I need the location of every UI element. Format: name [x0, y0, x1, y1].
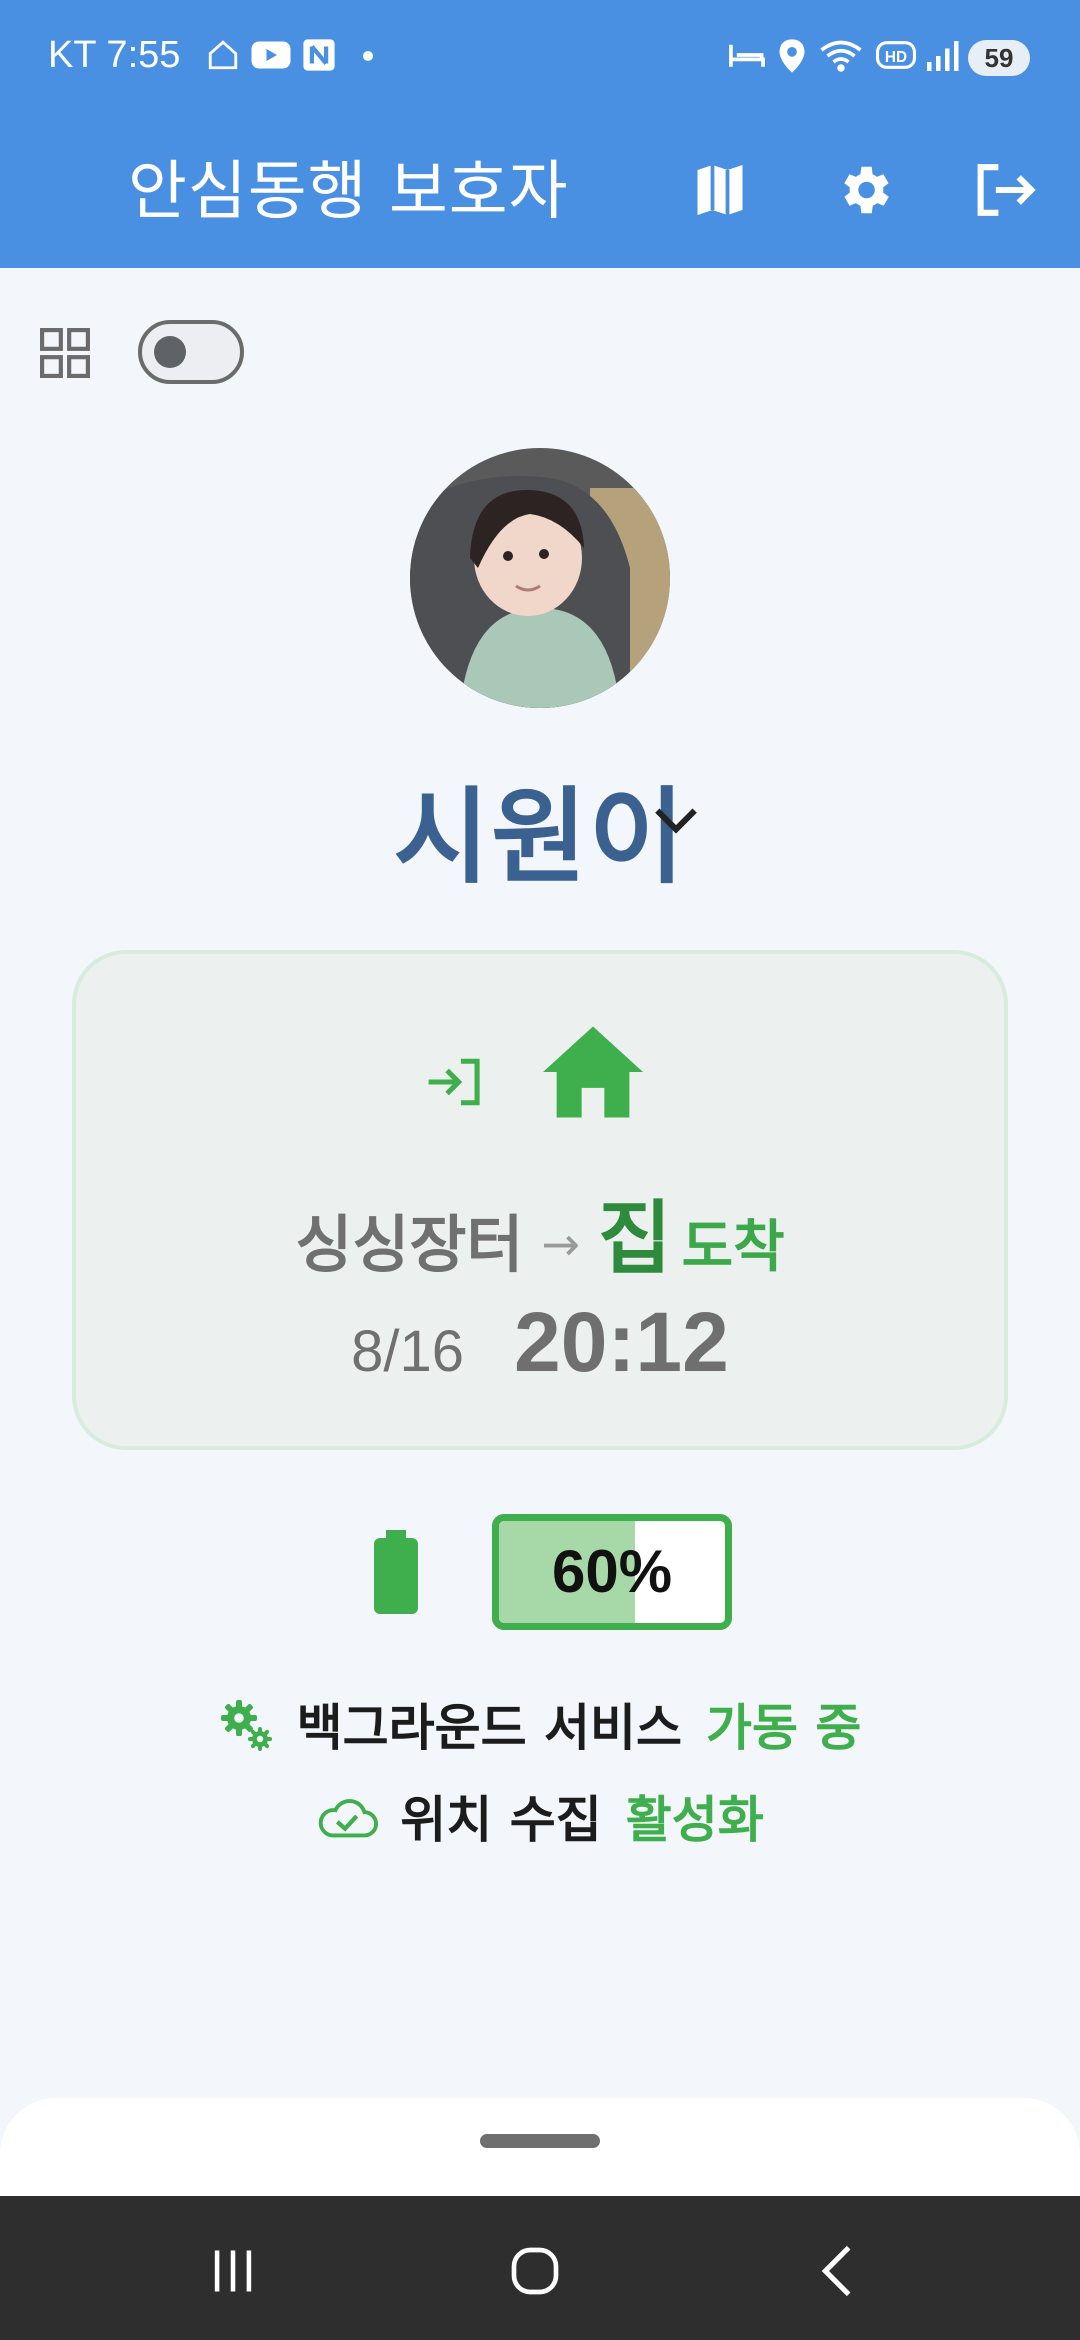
- grid-view-icon[interactable]: [40, 328, 90, 378]
- timestamp-row: 8/16 20:12: [76, 1294, 1004, 1391]
- svg-text:HD: HD: [885, 49, 907, 66]
- bed-icon: [729, 44, 765, 67]
- bottom-sheet-handle[interactable]: [480, 2134, 600, 2148]
- map-icon: [697, 165, 743, 215]
- toggle-knob: [154, 336, 186, 368]
- avatar[interactable]: [410, 448, 670, 708]
- logout-button[interactable]: [966, 150, 1046, 230]
- home-button[interactable]: [490, 2236, 580, 2306]
- carrier-time: KT 7:55: [48, 34, 181, 76]
- map-button[interactable]: [680, 150, 760, 230]
- route-from: 싱싱장터: [295, 1208, 524, 1281]
- route-status: 도착: [681, 1215, 785, 1280]
- battery-percent: 60%: [551, 1538, 673, 1605]
- signal-icon: [927, 41, 959, 71]
- wifi-icon: [820, 40, 862, 72]
- recents-icon: [214, 2250, 252, 2292]
- service-label: 백그라운드 서비스: [296, 1699, 682, 1757]
- event-time: 20:12: [514, 1295, 729, 1389]
- location-collection-status: 위치 수집 활성화: [0, 1780, 1080, 1852]
- gears-icon: [220, 1699, 272, 1751]
- location-icon: [779, 39, 805, 73]
- settings-button[interactable]: [824, 150, 904, 230]
- logout-icon: [977, 164, 1036, 216]
- child-name[interactable]: 시원이: [393, 776, 686, 898]
- battery-level-bar: 60%: [492, 1514, 732, 1630]
- chevron-down-icon[interactable]: [648, 800, 704, 840]
- event-date: 8/16: [351, 1319, 465, 1384]
- cloud-check-icon: [319, 1798, 379, 1837]
- home-icon: [543, 1026, 643, 1118]
- settings-gear-icon: [844, 166, 889, 214]
- route-row: 싱싱장터 → 집 도착: [76, 1174, 1004, 1290]
- dot-icon: [363, 51, 373, 61]
- status-bar: KT 7:55 HD 59: [0, 0, 1080, 115]
- home-circle-icon: [511, 2247, 559, 2295]
- arrow-right-icon: →: [541, 1217, 581, 1271]
- youtube-icon: [251, 41, 291, 69]
- back-button[interactable]: [792, 2236, 882, 2306]
- child-photo: [410, 448, 670, 708]
- naver-icon: [303, 39, 335, 71]
- background-service-status: 백그라운드 서비스 가동 중: [0, 1688, 1080, 1760]
- recents-button[interactable]: [188, 2236, 278, 2306]
- battery-status-badge: 59: [968, 40, 1030, 76]
- home-outline-icon: [208, 40, 238, 70]
- location-status-card: 싱싱장터 → 집 도착 8/16 20:12: [72, 950, 1008, 1450]
- battery-icon: [374, 1530, 418, 1614]
- service-state: 활성화: [625, 1791, 764, 1849]
- service-state: 가동 중: [706, 1699, 862, 1757]
- route-to: 집: [598, 1192, 672, 1285]
- system-navigation-bar: [0, 2196, 1080, 2340]
- app-header: KT 7:55 HD 59 안심동행 보호자: [0, 0, 1080, 268]
- view-toggle[interactable]: [138, 320, 244, 384]
- hd-icon: HD: [876, 41, 916, 69]
- page-title: 안심동행 보호자: [128, 155, 569, 229]
- back-icon: [821, 2245, 851, 2297]
- child-name-row: 시원이: [0, 752, 1080, 903]
- enter-icon: [428, 1058, 480, 1106]
- service-label: 위치 수집: [400, 1791, 602, 1849]
